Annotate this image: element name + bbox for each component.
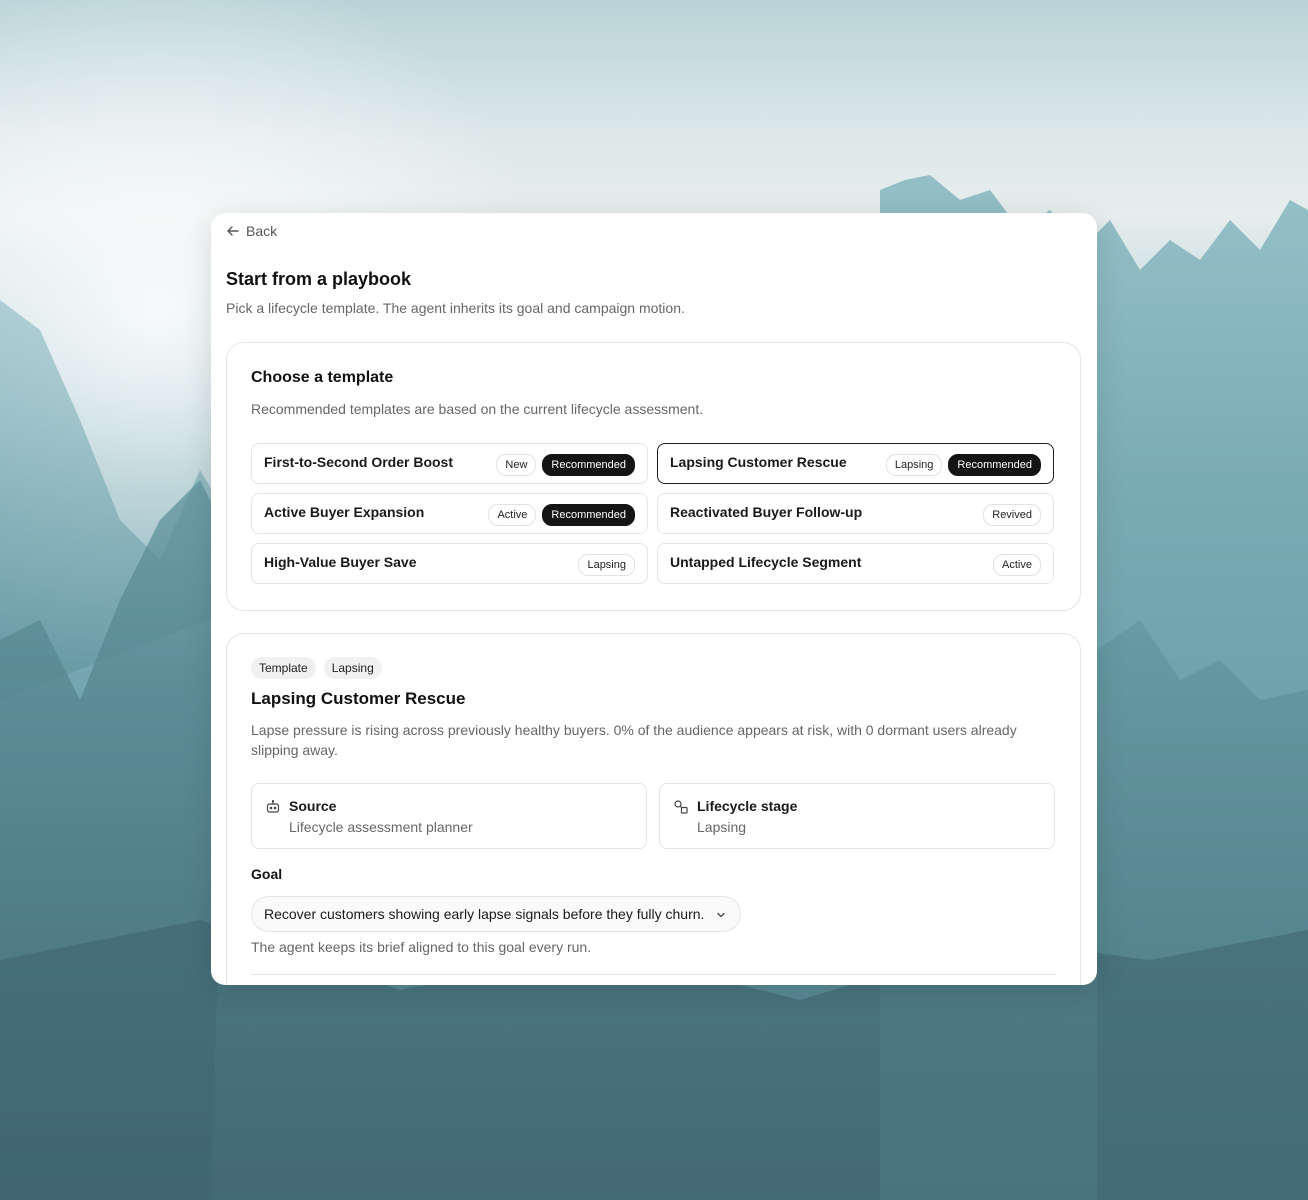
- goal-value: Recover customers showing early lapse si…: [264, 906, 705, 922]
- template-chooser-title: Choose a template: [251, 369, 394, 386]
- stage-badge: Lapsing: [885, 454, 943, 476]
- lifecycle-stage-label: Lifecycle stage: [697, 798, 798, 814]
- template-name: Lapsing Customer Rescue: [670, 454, 847, 470]
- template-name: High-Value Buyer Save: [264, 554, 417, 570]
- template-high-value-buyer-save[interactable]: High-Value Buyer Save Lapsing: [251, 543, 648, 584]
- stage-badge: Revived: [983, 504, 1041, 526]
- source-value: Lifecycle assessment planner: [289, 819, 473, 835]
- arrow-left-icon: [227, 226, 239, 236]
- recommended-badge: Recommended: [542, 454, 635, 476]
- lifecycle-stage-value: Lapsing: [697, 819, 747, 835]
- template-chooser-panel: Choose a template Recommended templates …: [226, 342, 1081, 611]
- divider: [251, 974, 1056, 975]
- template-untapped-lifecycle-segment[interactable]: Untapped Lifecycle Segment Active: [657, 543, 1054, 584]
- template-active-buyer-expansion[interactable]: Active Buyer Expansion Active Recommende…: [251, 493, 648, 534]
- back-label: Back: [246, 223, 278, 239]
- template-name: Active Buyer Expansion: [264, 504, 425, 520]
- chevron-down-icon: [717, 912, 726, 918]
- stage-badge: Active: [488, 504, 537, 526]
- template-name: Reactivated Buyer Follow-up: [670, 504, 863, 520]
- lifecycle-stage-card: Lifecycle stage Lapsing: [659, 783, 1055, 849]
- goal-select[interactable]: Recover customers showing early lapse si…: [251, 896, 742, 932]
- page-subtitle: Pick a lifecycle template. The agent inh…: [226, 300, 685, 316]
- recommended-badge: Recommended: [542, 504, 635, 526]
- goal-help-text: The agent keeps its brief aligned to thi…: [251, 939, 592, 955]
- template-chooser-subtitle: Recommended templates are based on the c…: [251, 401, 704, 417]
- source-label: Source: [289, 798, 337, 814]
- stage-badge: Active: [993, 554, 1041, 576]
- stage-badge: Lapsing: [578, 554, 635, 576]
- source-card: Source Lifecycle assessment planner: [251, 783, 647, 849]
- template-name: Untapped Lifecycle Segment: [670, 554, 862, 570]
- template-lapsing-customer-rescue[interactable]: Lapsing Customer Rescue Lapsing Recommen…: [657, 443, 1054, 484]
- page-title: Start from a playbook: [226, 269, 412, 289]
- back-button[interactable]: Back: [226, 223, 277, 239]
- template-detail-panel: Template Lapsing Lapsing Customer Rescue…: [226, 633, 1081, 985]
- detail-chips: Template Lapsing: [251, 657, 382, 679]
- stage-chip: Lapsing: [323, 657, 382, 679]
- recommended-badge: Recommended: [948, 454, 1041, 476]
- detail-description: Lapse pressure is rising across previous…: [251, 722, 1017, 758]
- playbook-card: Back Start from a playbook Pick a lifecy…: [211, 213, 1097, 985]
- stage-shapes-icon: [674, 800, 688, 814]
- template-name: First-to-Second Order Boost: [264, 454, 454, 470]
- template-chip: Template: [251, 657, 316, 679]
- detail-title: Lapsing Customer Rescue: [251, 689, 466, 708]
- template-first-to-second-order-boost[interactable]: First-to-Second Order Boost New Recommen…: [251, 443, 648, 484]
- robot-icon: [266, 800, 280, 813]
- stage-badge: New: [496, 454, 537, 476]
- template-reactivated-buyer-follow-up[interactable]: Reactivated Buyer Follow-up Revived: [657, 493, 1054, 534]
- goal-label: Goal: [251, 866, 283, 882]
